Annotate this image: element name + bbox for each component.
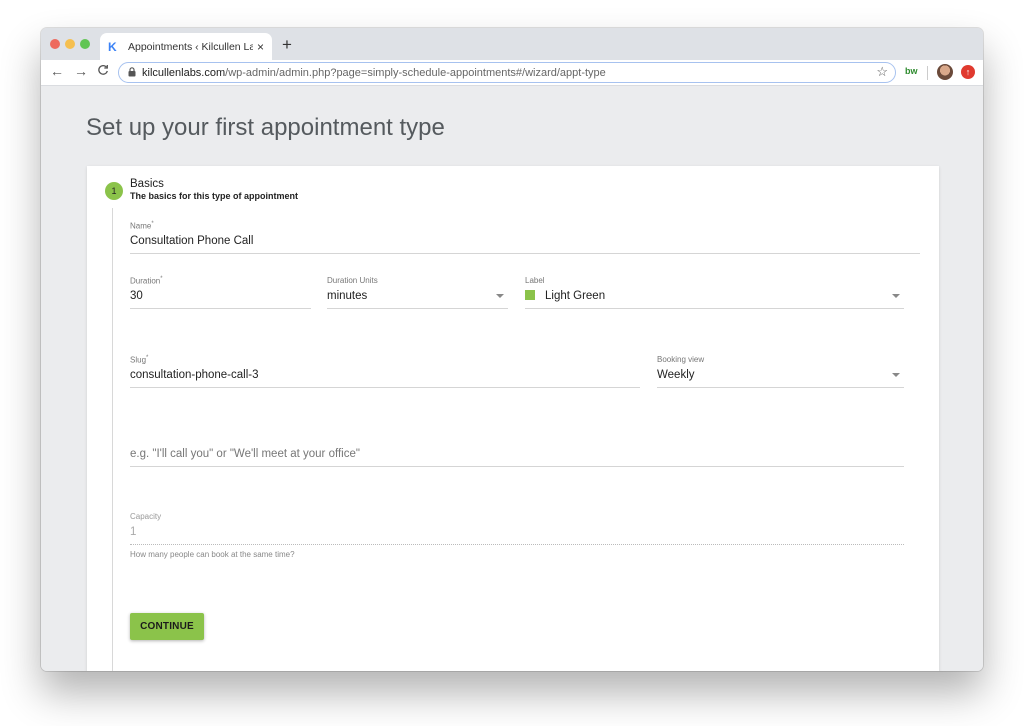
- required-marker: *: [160, 276, 163, 282]
- url-path: /wp-admin/admin.php?page=simply-schedule…: [225, 66, 606, 79]
- slug-field[interactable]: Slug* consultation-phone-call-3: [130, 355, 640, 388]
- browser-tab[interactable]: K Appointments ‹ Kilcullen Labs ×: [100, 33, 272, 60]
- name-field[interactable]: Name* Consultation Phone Call: [130, 221, 920, 254]
- title-bar: K Appointments ‹ Kilcullen Labs × +: [41, 28, 983, 60]
- duration-underline: [130, 308, 311, 309]
- duration-units-value[interactable]: minutes: [327, 288, 508, 305]
- page-title: Set up your first appointment type: [86, 114, 445, 141]
- browser-toolbar: ← → kilcullenlabs.com/wp-admin/admin.php…: [41, 60, 983, 86]
- chevron-down-icon[interactable]: [892, 373, 900, 377]
- duration-units-label: Duration Units: [327, 276, 378, 285]
- required-marker: *: [151, 221, 154, 227]
- duration-label: Duration*: [130, 276, 311, 288]
- reload-icon[interactable]: [97, 64, 109, 79]
- label-label: Label: [525, 276, 545, 285]
- booking-view-label: Booking view: [657, 355, 705, 364]
- toolbar-separator: [927, 66, 928, 80]
- page-content: Set up your first appointment type 1 Bas…: [41, 87, 983, 671]
- required-marker: *: [146, 355, 149, 361]
- url-host: kilcullenlabs.com: [142, 66, 226, 79]
- duration-field[interactable]: Duration* 30: [130, 276, 311, 309]
- location-label: [130, 434, 904, 446]
- profile-avatar[interactable]: [937, 64, 953, 80]
- close-window-button[interactable]: [50, 39, 60, 49]
- wizard-card: 1 Basics The basics for this type of app…: [87, 166, 939, 671]
- name-label-text: Name: [130, 221, 152, 231]
- capacity-label: Capacity: [130, 512, 162, 521]
- name-underline: [130, 253, 920, 254]
- upload-extension-icon[interactable]: ↑: [961, 65, 975, 79]
- capacity-input[interactable]: 1: [130, 524, 904, 541]
- name-input[interactable]: Consultation Phone Call: [130, 233, 920, 250]
- duration-units-select[interactable]: Duration Units minutes: [327, 276, 508, 309]
- booking-view-select[interactable]: Booking view Weekly: [657, 355, 904, 388]
- browser-window: K Appointments ‹ Kilcullen Labs × + ← → …: [41, 28, 983, 671]
- booking-view-underline: [657, 387, 904, 388]
- chevron-down-icon[interactable]: [892, 294, 900, 298]
- location-underline: [130, 466, 904, 467]
- label-underline: [525, 308, 904, 309]
- chevron-down-icon[interactable]: [496, 294, 504, 298]
- step-connector-line: [112, 208, 113, 671]
- label-value-row[interactable]: Light Green: [525, 288, 904, 305]
- step-subtitle: The basics for this type of appointment: [130, 191, 299, 201]
- step-title: Basics: [130, 178, 164, 190]
- label-value: Light Green: [545, 290, 606, 302]
- maximize-window-button[interactable]: [80, 39, 90, 49]
- bw-extension-icon[interactable]: bw: [905, 66, 918, 76]
- step-number-badge: 1: [105, 182, 123, 200]
- minimize-window-button[interactable]: [65, 39, 75, 49]
- slug-label-text: Slug: [130, 355, 147, 365]
- back-arrow-icon[interactable]: ←: [50, 63, 64, 79]
- label-select[interactable]: Label Light Green: [525, 276, 904, 309]
- duration-input[interactable]: 30: [130, 288, 311, 305]
- location-input[interactable]: e.g. "I'll call you" or "We'll meet at y…: [130, 446, 904, 463]
- location-field[interactable]: e.g. "I'll call you" or "We'll meet at y…: [130, 434, 904, 467]
- color-swatch-icon: [525, 290, 535, 300]
- continue-button[interactable]: CONTINUE: [130, 613, 204, 640]
- capacity-field[interactable]: Capacity 1 How many people can book at t…: [130, 512, 904, 559]
- slug-label: Slug*: [130, 355, 640, 367]
- duration-label-text: Duration: [130, 276, 161, 286]
- forward-arrow-icon[interactable]: →: [74, 63, 88, 79]
- capacity-underline: [130, 544, 904, 545]
- bookmark-star-icon[interactable]: ☆: [876, 64, 888, 80]
- slug-input[interactable]: consultation-phone-call-3: [130, 367, 640, 384]
- url-text: kilcullenlabs.com/wp-admin/admin.php?pag…: [142, 67, 606, 79]
- new-tab-icon[interactable]: +: [282, 35, 292, 55]
- capacity-hint: How many people can book at the same tim…: [130, 550, 295, 559]
- address-bar[interactable]: kilcullenlabs.com/wp-admin/admin.php?pag…: [118, 62, 896, 83]
- close-tab-icon[interactable]: ×: [257, 40, 264, 54]
- slug-underline: [130, 387, 640, 388]
- lock-icon: [128, 66, 136, 79]
- booking-view-value[interactable]: Weekly: [657, 367, 904, 384]
- duration-units-underline: [327, 308, 508, 309]
- name-label: Name*: [130, 221, 920, 233]
- tab-title: Appointments ‹ Kilcullen Labs: [128, 40, 253, 53]
- kilcullen-favicon-icon: K: [108, 39, 117, 54]
